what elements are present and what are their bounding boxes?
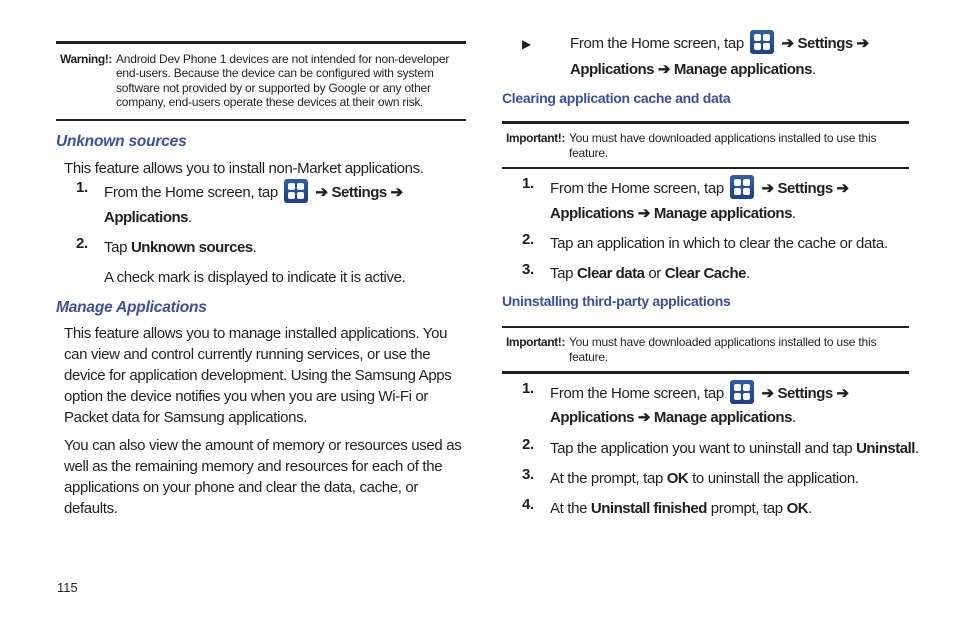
important-text: You must have downloaded applications in… (568, 131, 877, 160)
arrow-icon: ➔ (856, 35, 870, 52)
clearing-step-2: 2. Tap an application in which to clear … (502, 231, 910, 257)
important-note-uninstalling: Important!: You must have downloaded app… (502, 326, 909, 375)
step-text: to uninstall the application. (688, 470, 859, 488)
manage-bullet-step: ▶ From the Home screen, tap ➔ Settings ➔… (502, 28, 910, 80)
page-number: 115 (57, 580, 78, 595)
heading-uninstalling: Uninstalling third-party applications (502, 293, 731, 310)
step-text: From the Home screen, tap (550, 385, 724, 403)
bullet-icon: ▶ (522, 37, 531, 51)
clear-data-label: Clear data (576, 265, 645, 283)
applications-label: Applications (550, 409, 635, 427)
applications-icon (729, 380, 754, 405)
heading-unknown-sources: Unknown sources (56, 132, 187, 150)
arrow-icon: ➔ (836, 180, 850, 198)
warning-note: Warning!: Android Dev Phone 1 devices ar… (56, 41, 466, 121)
arrow-icon: ➔ (637, 409, 651, 427)
step-number: 3. (522, 466, 534, 484)
arrow-icon: ➔ (315, 183, 328, 201)
arrow-icon: ➔ (657, 61, 671, 78)
uninstall-step-3: 3. At the prompt, tap OK to uninstall th… (502, 466, 910, 492)
unknown-step-2: 2. Tap Unknown sources. (56, 235, 464, 261)
step-number: 2. (522, 436, 534, 454)
uninstall-step-4: 4. At the Uninstall finished prompt, tap… (502, 496, 910, 522)
settings-label: Settings (797, 35, 854, 52)
step-text: or (644, 265, 665, 283)
manage-applications-label: Manage applications (673, 61, 813, 78)
period: . (252, 238, 257, 256)
manage-applications-label: Manage applications (653, 409, 793, 427)
ok-label: OK (786, 500, 809, 518)
step-number: 2. (76, 234, 88, 252)
left-column: Warning!: Android Dev Phone 1 devices ar… (56, 41, 466, 519)
settings-label: Settings (777, 385, 834, 403)
arrow-icon: ➔ (761, 180, 774, 198)
important-text: You must have downloaded applications in… (568, 335, 877, 364)
arrow-icon: ➔ (781, 35, 794, 52)
ok-label: OK (666, 470, 689, 488)
warning-label: Warning!: (60, 52, 112, 66)
important-note-clearing: Important!: You must have downloaded app… (502, 121, 909, 170)
period: . (746, 265, 750, 283)
step-number: 3. (522, 261, 534, 279)
step-text: Tap the application you want to uninstal… (550, 440, 857, 458)
step-number: 1. (522, 175, 534, 193)
uninstall-finished-label: Uninstall finished (590, 500, 708, 518)
step-text: At the prompt, tap (550, 470, 667, 488)
unknown-step-note: A check mark is displayed to indicate it… (56, 265, 464, 291)
applications-label: Applications (570, 61, 655, 78)
step-text: At the (550, 500, 591, 518)
period: . (914, 440, 919, 458)
settings-label: Settings (331, 183, 388, 201)
period: . (808, 500, 812, 518)
important-label: Important!: (506, 131, 565, 145)
step-text: From the Home screen, tap (570, 35, 744, 52)
clearing-step-3: 3. Tap Clear data or Clear Cache. (502, 261, 910, 287)
check-mark-note: A check mark is displayed to indicate it… (104, 268, 406, 286)
step-text: From the Home screen, tap (550, 180, 724, 198)
step-text: Tap an application in which to clear the… (550, 235, 888, 253)
step-text: prompt, tap (706, 500, 787, 518)
applications-label: Applications (550, 205, 635, 223)
arrow-icon: ➔ (390, 183, 404, 201)
applications-label: Applications (104, 208, 189, 226)
clear-cache-label: Clear Cache (664, 265, 747, 283)
manage-applications-para2: You can also view the amount of memory o… (64, 436, 462, 517)
arrow-icon: ➔ (761, 385, 774, 403)
applications-icon (749, 30, 774, 54)
uninstall-label: Uninstall (856, 440, 915, 458)
warning-text: Android Dev Phone 1 devices are not inte… (115, 52, 450, 110)
unknown-step-1: 1. From the Home screen, tap ➔ Settings … (56, 178, 464, 231)
applications-icon (729, 175, 754, 200)
uninstall-step-1: 1. From the Home screen, tap ➔ Settings … (502, 380, 910, 430)
period: . (791, 205, 796, 223)
step-number: 4. (522, 496, 534, 514)
arrow-icon: ➔ (637, 205, 651, 223)
heading-clearing-cache: Clearing application cache and data (502, 90, 731, 106)
arrow-icon: ➔ (836, 385, 850, 403)
step-text: Tap (104, 238, 131, 256)
manage-applications-para1: This feature allows you to manage instal… (64, 324, 452, 426)
step-text: From the Home screen, tap (104, 183, 278, 201)
period: . (188, 208, 192, 226)
unknown-sources-label: Unknown sources (130, 238, 253, 256)
clearing-step-1: 1. From the Home screen, tap ➔ Settings … (502, 175, 910, 227)
unknown-sources-intro: This feature allows you to install non-M… (64, 159, 424, 177)
period: . (791, 409, 796, 427)
applications-icon (283, 178, 308, 203)
step-text: Tap (550, 265, 577, 283)
manage-applications-label: Manage applications (653, 205, 793, 223)
settings-label: Settings (777, 180, 834, 198)
period: . (811, 61, 816, 78)
step-number: 1. (76, 178, 88, 196)
heading-manage-applications: Manage Applications (56, 298, 207, 316)
step-number: 2. (522, 231, 534, 249)
important-label: Important!: (506, 335, 565, 350)
uninstall-step-2: 2. Tap the application you want to unins… (502, 436, 919, 462)
right-column: ▶ From the Home screen, tap ➔ Settings ➔… (502, 28, 919, 522)
step-number: 1. (522, 380, 534, 398)
